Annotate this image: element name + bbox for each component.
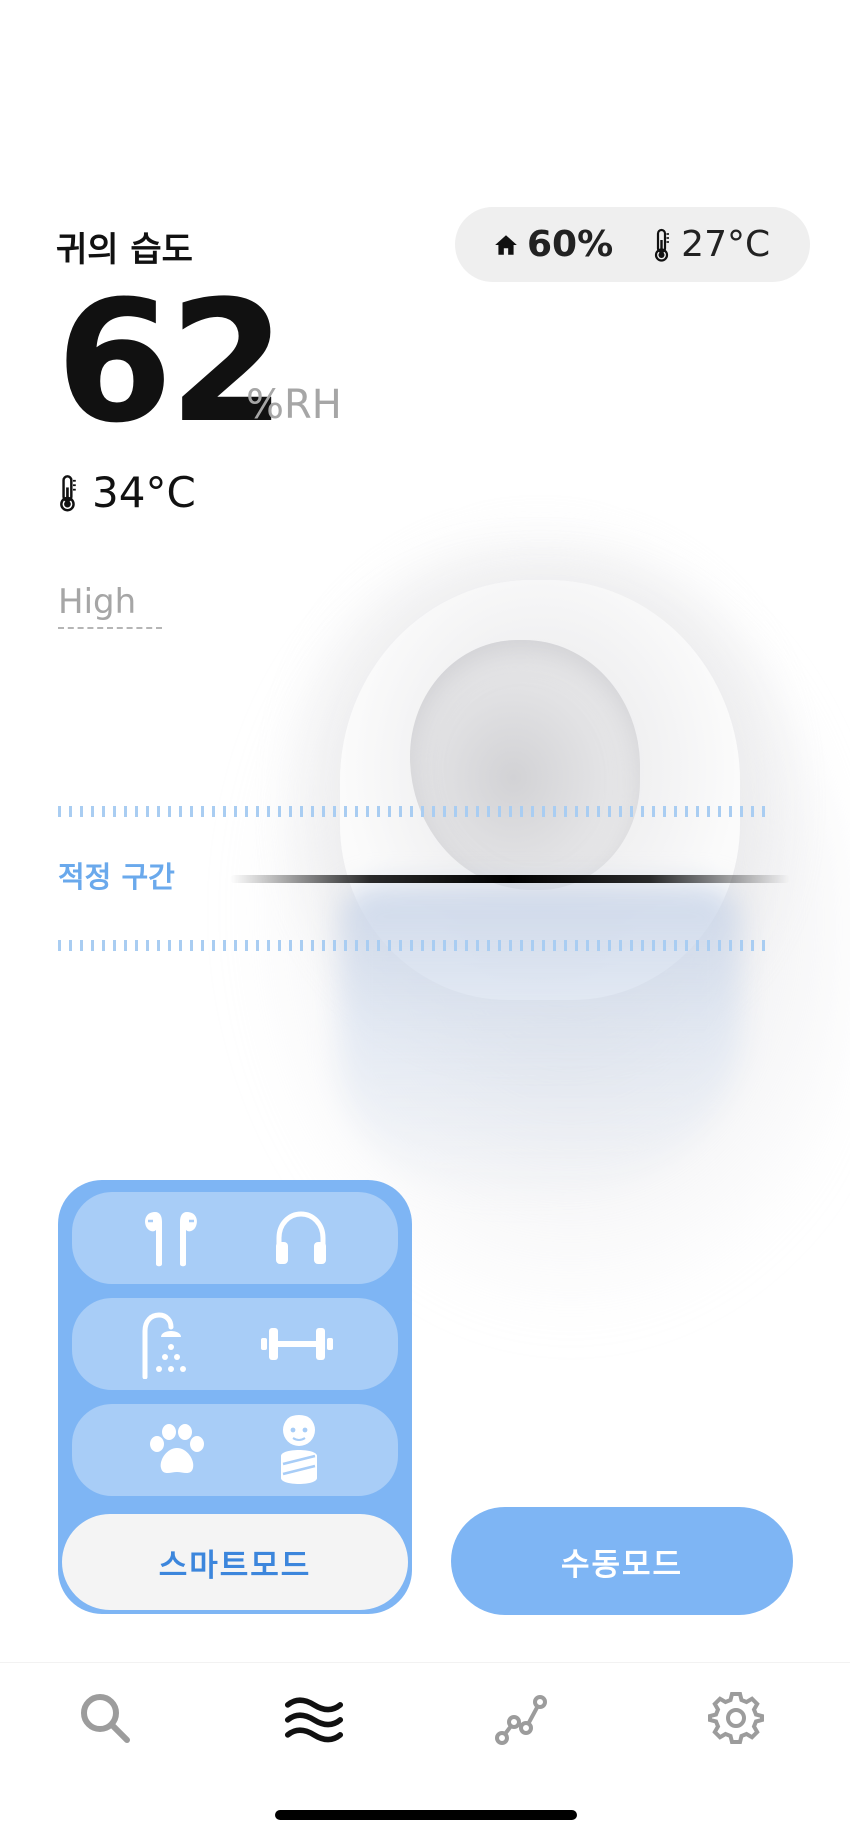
optimal-zone-upper-line [58,806,772,817]
tab-statistics[interactable] [492,1688,552,1748]
waves-icon [284,1697,344,1743]
chart-icon [495,1695,547,1745]
ear-temperature-value: 34°C [92,468,196,517]
ear-humidity-unit: %RH [246,382,342,428]
environment-status-pill: 60% 27°C [455,207,810,282]
dumbbell-icon[interactable] [259,1322,335,1366]
gear-icon [708,1692,764,1744]
room-temperature: 27°C [653,224,770,265]
optimal-zone-label: 적정 구간 [58,860,175,894]
thermometer-icon [60,474,76,511]
tab-settings[interactable] [706,1688,766,1748]
high-label: High [58,582,137,622]
room-humidity-value: 60% [527,224,614,265]
earbuds-icon[interactable] [139,1208,203,1268]
ear-temperature: 34°C [58,468,196,517]
shower-icon[interactable] [135,1309,191,1379]
baby-icon[interactable] [275,1412,323,1488]
tab-humidity[interactable] [284,1688,344,1748]
mode-row-activity [72,1298,398,1390]
smart-mode-button[interactable]: 스마트모드 [58,1510,412,1614]
search-icon [81,1694,130,1743]
manual-mode-button[interactable]: 수동모드 [451,1507,793,1615]
high-threshold-line [58,627,162,629]
humidity-level-line [230,875,790,883]
tab-search[interactable] [75,1688,135,1748]
mode-row-audio [72,1192,398,1284]
thermometer-icon [655,228,670,262]
home-icon [495,234,517,255]
room-temperature-value: 27°C [681,224,771,265]
optimal-zone-lower-line [58,940,772,951]
headphones-icon[interactable] [271,1208,331,1268]
home-indicator [275,1810,577,1820]
mode-row-care [72,1404,398,1496]
room-humidity: 60% [493,224,613,265]
paw-icon[interactable] [147,1422,207,1478]
